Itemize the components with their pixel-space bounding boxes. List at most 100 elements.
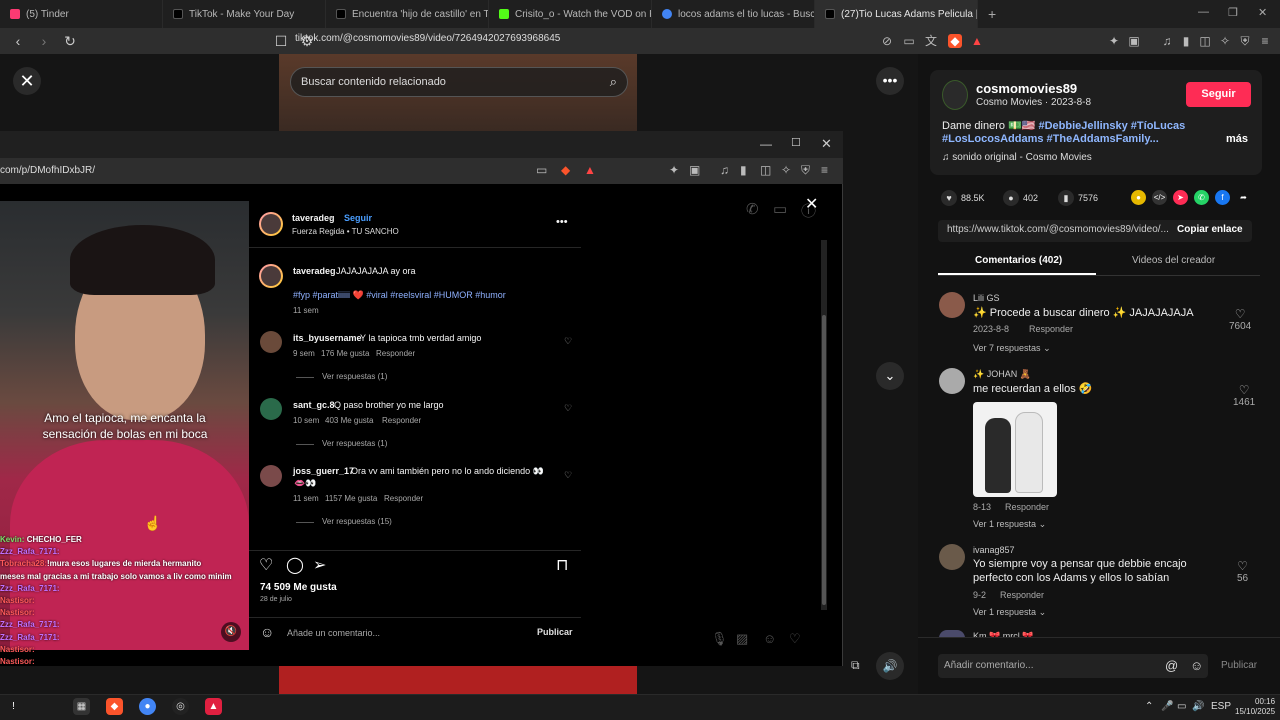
translate-icon[interactable]: 文 [924,34,938,48]
copy-link-button[interactable]: Copiar enlace [1177,224,1243,235]
wallet-icon[interactable]: ◫ [1198,34,1212,48]
commenter-avatar[interactable] [260,465,282,487]
volume-button[interactable]: 🔊 [876,652,904,680]
emoji-icon[interactable]: ☺ [260,624,274,640]
screen-icon[interactable]: ▭ [536,163,547,177]
share-icon[interactable]: ➢ [313,555,326,575]
overlay-close-icon[interactable]: ✕ [821,136,832,152]
media-icon[interactable]: ♫ [1160,34,1174,48]
reply-button[interactable]: Responder [384,494,423,503]
sound-link[interactable]: ♫ sonido original - Cosmo Movies [942,152,1092,163]
new-tab-button[interactable]: + [978,0,1006,28]
brave-icon[interactable]: ◆ [106,698,123,715]
view-replies-button[interactable]: Ver 1 respuesta ⌄ [973,607,1046,618]
system-clock[interactable]: 00:16 15/10/2025 [1235,697,1275,717]
comment-user[interactable]: ivanag857 [973,545,1015,555]
whatsapp-icon[interactable]: ✆ [1194,190,1209,205]
sticker-icon[interactable]: ☺ [763,631,776,646]
tab-kick[interactable]: Crisito_o - Watch the VOD on Kick [489,0,652,28]
post-options-icon[interactable]: ••• [556,216,568,228]
publish-button[interactable]: Publicar [1221,660,1257,671]
send-icon[interactable]: ➤ [1173,190,1188,205]
like-icon[interactable]: ♡ [259,555,273,575]
leo-icon[interactable]: ✧ [781,163,791,177]
phone-icon[interactable]: ✆ [746,200,759,218]
reply-button[interactable]: Responder [1029,324,1073,334]
rewards-icon[interactable]: ▲ [970,34,984,48]
coin-icon[interactable]: ● [1131,190,1146,205]
microphone-icon[interactable]: 🎤 [1161,701,1173,712]
store-icon[interactable]: ▦ [73,698,90,715]
comment-like-button[interactable]: ♡ 56 [1237,559,1248,584]
publish-button[interactable]: Publicar [537,627,573,637]
comment-user[interactable]: ✨ JOHAN 🧸 [973,369,1031,380]
author-avatar[interactable] [259,212,283,236]
like-button[interactable]: ♥ 88.5K [941,190,985,206]
app-icon[interactable]: ▲ [205,698,222,715]
reply-button[interactable]: Responder [376,349,415,358]
comment-like-button[interactable]: ♡ 7604 [1229,307,1251,332]
sidebar-icon[interactable]: ▮ [740,163,747,177]
overlay-scrollbar-thumb[interactable] [822,315,826,605]
comment-likes[interactable]: 176 Me gusta [321,349,369,358]
overlay-maximize-icon[interactable]: ☐ [791,136,801,149]
follow-button[interactable]: Seguir [1186,82,1251,107]
menu-icon[interactable]: ≡ [1258,34,1272,48]
view-replies-button[interactable]: Ver respuestas (15) [322,517,392,526]
add-comment-input[interactable]: Añade un comentario... [287,628,380,638]
comment-button[interactable]: ● 402 [1003,190,1038,206]
post-hashtags[interactable]: #fyp #paratiiiiii ❤️ #viral #reelsviral … [293,290,506,301]
no-cast-icon[interactable]: ⊘ [880,34,894,48]
tab-tinder[interactable]: (5) Tinder [0,0,163,28]
comment-user[interactable]: sant_gc.8 [293,400,335,410]
tab-search-icon[interactable]: ▣ [1127,34,1141,48]
media-icon[interactable]: ♫ [720,163,729,177]
menu-icon[interactable]: ≡ [821,163,828,177]
comment-like-button[interactable]: ♡ 1461 [1233,383,1255,408]
chevron-up-icon[interactable]: ⌃ [1145,701,1153,712]
reply-button[interactable]: Responder [1000,590,1044,600]
post-user[interactable]: taveradeg [293,266,336,276]
reply-button[interactable]: Responder [382,416,421,425]
extensions-icon[interactable]: ✦ [669,163,679,177]
author-avatar[interactable] [259,264,283,288]
follow-button[interactable]: Seguir [344,213,372,223]
emoji-icon[interactable]: ☺ [1190,658,1203,673]
comment-user[interactable]: its_byusername [293,333,362,343]
screen-icon[interactable]: ▭ [902,34,916,48]
close-window-icon[interactable]: ✕ [1258,6,1267,19]
view-replies-button[interactable]: Ver respuestas (1) [322,439,387,448]
view-replies-button[interactable]: Ver 1 respuesta ⌄ [973,519,1046,530]
brave-shield-icon[interactable]: ◆ [561,163,570,177]
tab-active[interactable]: (27)Tio Lucas Adams Pelicula | Ti✕ [815,0,978,28]
video-link[interactable]: https://www.tiktok.com/@cosmomovies89/vi… [947,224,1169,235]
description-hashtags[interactable]: #LosLocosAddams #TheAddamsFamily... [942,133,1159,145]
back-icon[interactable]: ‹ [10,33,26,49]
next-video-button[interactable]: ⌄ [876,362,904,390]
microphone-icon[interactable]: 🎙 [711,631,728,647]
overlay-url[interactable]: com/p/DMofhIDxbJR/ [0,165,95,176]
likes-count[interactable]: 74 509 Me gusta [260,582,337,593]
comment-likes[interactable]: 403 Me gusta [325,416,373,425]
related-search-input[interactable]: Buscar contenido relacionado ⌕ [290,67,628,97]
restore-icon[interactable]: ❐ [1228,6,1238,19]
network-icon[interactable]: ▭ [1177,701,1186,712]
overlay-minimize-icon[interactable]: — [760,137,772,151]
tab-tiktok-search[interactable]: Encuentra 'hijo de castillo' en TikTok [326,0,489,28]
tab-search-icon[interactable]: ▣ [689,163,700,177]
vpn-icon[interactable]: ⛨ [801,163,810,178]
tab-comments[interactable]: Comentarios (402) [975,255,1062,266]
brave-shield-icon[interactable]: ◆ [948,34,962,48]
share-icon[interactable]: ➦ [1236,190,1251,205]
rewards-icon[interactable]: ▲ [584,163,596,177]
embed-icon[interactable]: </> [1152,190,1167,205]
view-replies-button[interactable]: Ver respuestas (1) [322,372,387,381]
commenter-avatar[interactable] [939,544,965,570]
tab-tiktok[interactable]: TikTok - Make Your Day [163,0,326,28]
sidebar-icon[interactable]: ▮ [1179,34,1193,48]
notification-icon[interactable]: ! [5,698,22,715]
wallet-icon[interactable]: ◫ [760,163,771,177]
tab-google[interactable]: locos adams el tio lucas - Buscar con [652,0,815,28]
comment-user[interactable]: Lili GS [973,293,1000,303]
like-comment-icon[interactable]: ♡ [564,403,572,414]
